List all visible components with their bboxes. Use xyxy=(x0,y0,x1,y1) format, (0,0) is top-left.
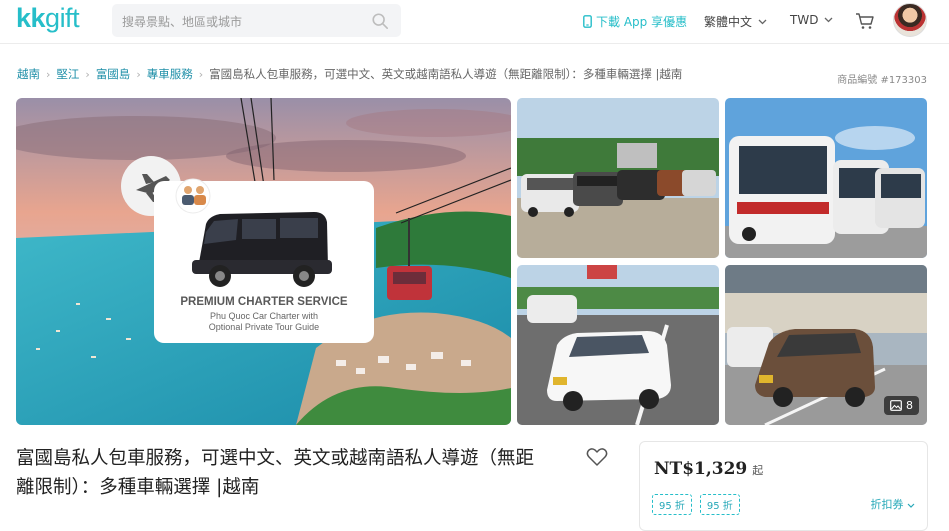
photo-count: 8 xyxy=(906,399,913,412)
photo-count-badge[interactable]: 8 xyxy=(884,396,919,415)
bus-fleet-photo xyxy=(725,98,927,258)
breadcrumb-item-phu-quoc[interactable]: 富國島 xyxy=(96,66,131,82)
product-number: 商品編號 #173303 xyxy=(837,75,927,86)
discount-tag[interactable]: 95 折 xyxy=(699,494,740,515)
price: NT$1,329 起 xyxy=(654,459,763,479)
breadcrumb-item-car-service[interactable]: 專車服務 xyxy=(147,66,193,82)
logo-gift: gift xyxy=(45,3,80,33)
breadcrumb-current: 富國島私人包車服務，可選中文、英文或越南語私人導遊（無距離限制）：多種車輛選擇 … xyxy=(209,67,683,81)
search-placeholder: 搜尋景點、地區或城市 xyxy=(122,15,243,29)
logo-kk: kk xyxy=(16,3,46,33)
product-title-line1: 富國島私人包車服務，可選中文、英文或越南語私人導遊（無距 xyxy=(16,448,535,469)
search-input[interactable]: 搜尋景點、地區或城市 xyxy=(112,4,401,37)
product-title: 富國島私人包車服務，可選中文、英文或越南語私人導遊（無距 離限制）：多種車輛選擇… xyxy=(16,444,576,502)
currency-label: TWD xyxy=(790,13,819,27)
breadcrumb-separator: › xyxy=(85,67,90,81)
breadcrumb: 越南 › 堅江 › 富國島 › 專車服務 › 富國島私人包車服務，可選中文、英文… xyxy=(17,66,682,82)
price-value: NT$1,329 xyxy=(654,459,748,479)
image-icon xyxy=(890,400,902,411)
card-subtitle-1: Phu Quoc Car Charter with xyxy=(210,311,318,321)
currency-selector[interactable]: TWD xyxy=(790,13,833,27)
photo-thumb-2[interactable] xyxy=(725,98,927,258)
breadcrumb-separator: › xyxy=(136,67,141,81)
heart-icon[interactable] xyxy=(586,447,608,467)
chevron-down-icon xyxy=(758,19,767,24)
kkgift-logo[interactable]: kkgift xyxy=(16,3,80,34)
breadcrumb-separator: › xyxy=(46,67,51,81)
price-panel: NT$1,329 起 95 折 95 折 折扣券 xyxy=(639,441,928,531)
main-photo-illustration: PREMIUM CHARTER SERVICE Phu Quoc Car Cha… xyxy=(16,98,511,425)
language-selector[interactable]: 繁體中文 xyxy=(704,13,767,30)
product-title-line2: 離限制）：多種車輛選擇 |越南 xyxy=(16,477,260,498)
discount-tags: 95 折 95 折 xyxy=(652,494,740,515)
photo-thumb-1[interactable] xyxy=(517,98,719,258)
coupon-dropdown[interactable]: 折扣券 xyxy=(871,496,916,512)
breadcrumb-item-vietnam[interactable]: 越南 xyxy=(17,66,40,82)
top-header: kkgift 搜尋景點、地區或城市 下載 App 享優惠 繁體中文 TWD xyxy=(0,0,949,44)
phone-icon xyxy=(583,15,592,28)
discount-tag[interactable]: 95 折 xyxy=(652,494,692,515)
price-suffix: 起 xyxy=(752,464,764,477)
user-avatar[interactable] xyxy=(893,3,927,37)
download-app-link[interactable]: 下載 App 享優惠 xyxy=(583,13,687,30)
breadcrumb-separator: › xyxy=(198,67,204,81)
card-title: PREMIUM CHARTER SERVICE xyxy=(180,296,348,308)
download-app-label: 下載 App 享優惠 xyxy=(596,15,688,29)
cart-icon[interactable] xyxy=(855,12,875,30)
coupon-label: 折扣券 xyxy=(870,498,904,511)
photo-thumb-4[interactable]: 8 xyxy=(725,265,927,425)
breadcrumb-item-kien-giang[interactable]: 堅江 xyxy=(56,66,79,82)
chevron-down-icon xyxy=(907,503,915,508)
sedan-photo xyxy=(517,265,719,425)
search-icon[interactable] xyxy=(371,12,389,30)
language-label: 繁體中文 xyxy=(704,15,753,29)
card-subtitle-2: Optional Private Tour Guide xyxy=(209,322,319,332)
suv-lot-photo xyxy=(517,98,719,258)
chevron-down-icon xyxy=(824,17,833,23)
main-photo[interactable]: PREMIUM CHARTER SERVICE Phu Quoc Car Cha… xyxy=(16,98,511,425)
photo-thumb-3[interactable] xyxy=(517,265,719,425)
